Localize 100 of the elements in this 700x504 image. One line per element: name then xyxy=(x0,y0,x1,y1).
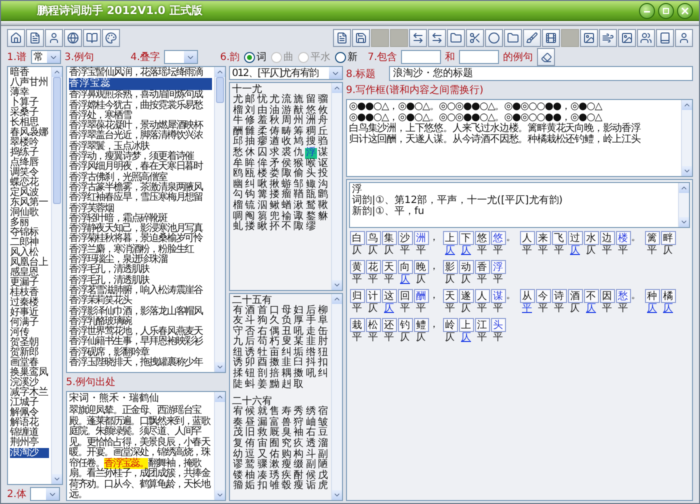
character-cell[interactable]: 这 xyxy=(382,289,396,303)
rhyme-character[interactable]: 沟 xyxy=(316,180,329,190)
rhyme-character[interactable]: 皱 xyxy=(316,418,329,428)
rhyme-character[interactable]: 陬 xyxy=(280,169,293,180)
rhyme-character[interactable]: 锍 xyxy=(244,200,256,212)
list-item[interactable]: 捣练子 xyxy=(10,148,49,158)
rhyme-character[interactable]: 扣 xyxy=(316,358,329,370)
rhyme-character[interactable]: 阜 xyxy=(316,316,329,327)
character-cell[interactable]: 楼 xyxy=(616,231,630,245)
list-item[interactable]: 薄幸 xyxy=(10,88,49,98)
character-cell[interactable]: 酬 xyxy=(414,289,428,303)
rhyme-character[interactable]: 褕 xyxy=(280,212,293,222)
character-cell[interactable]: 白 xyxy=(350,231,364,245)
list-item[interactable]: 定风波 xyxy=(10,188,49,198)
rhyme-character[interactable]: 收 xyxy=(280,137,293,148)
rhyme-character[interactable]: 母 xyxy=(280,306,293,316)
toolbar-button[interactable] xyxy=(485,29,503,47)
rhyme-character[interactable]: 秋 xyxy=(268,116,280,127)
list-item[interactable]: 采桑子 xyxy=(10,108,49,118)
list-item[interactable]: 洞仙歌 xyxy=(10,208,49,218)
rhyme-character[interactable]: 首 xyxy=(256,306,268,316)
rhyme-character[interactable]: 州 xyxy=(292,116,305,127)
rhyme-character[interactable]: 牡 xyxy=(256,348,268,358)
rhyme-character[interactable]: 昼 xyxy=(244,418,256,428)
rhyme-character[interactable]: 搜 xyxy=(304,137,317,148)
rhyme-character[interactable]: 揉 xyxy=(232,369,244,380)
rhyme-character[interactable]: 侑 xyxy=(244,439,256,450)
character-cell[interactable]: 计 xyxy=(366,289,380,303)
character-cell[interactable]: 上 xyxy=(458,318,474,332)
character-cell[interactable]: 篱 xyxy=(644,231,660,245)
character-cell[interactable]: 畔 xyxy=(660,231,676,245)
toolbar-button[interactable] xyxy=(102,29,120,47)
character-cell[interactable]: 橘 xyxy=(660,289,676,303)
rhyme-character[interactable]: 黝 xyxy=(268,380,280,390)
rhyme-character[interactable]: 牛 xyxy=(232,116,244,127)
character-cell[interactable]: 集 xyxy=(382,231,396,245)
character-cell[interactable]: 鸟 xyxy=(366,231,380,245)
list-item[interactable]: 卜算子 xyxy=(10,98,49,108)
character-cell[interactable]: 还 xyxy=(382,318,396,332)
rhyme-character[interactable]: 候 xyxy=(304,470,317,482)
character-cell[interactable]: 人 xyxy=(520,231,534,245)
list-item[interactable]: 感皇恩 xyxy=(10,268,49,278)
toolbar-button[interactable] xyxy=(45,29,63,47)
dropdown[interactable]: 常 xyxy=(30,50,61,64)
rhyme-character[interactable]: 篘 xyxy=(256,212,268,222)
rhyme-character[interactable]: 遒 xyxy=(268,137,280,148)
rhyme-character[interactable]: 纠 xyxy=(316,369,329,380)
list-item[interactable]: 香浮茉莉笑花头 xyxy=(69,296,212,307)
toolbar-button[interactable] xyxy=(428,29,446,47)
toolbar-button[interactable] xyxy=(504,29,522,47)
rhyme-character[interactable]: 寿 xyxy=(280,407,293,418)
rhyme-character[interactable]: 缪 xyxy=(304,222,317,233)
scrollbar[interactable] xyxy=(331,294,342,500)
chevron-down-icon[interactable] xyxy=(680,218,688,226)
rhyme-character[interactable]: 韭 xyxy=(304,337,317,348)
list-item[interactable]: 东风第一 xyxy=(10,198,49,208)
rhyme-character[interactable]: 谋 xyxy=(316,148,329,159)
rhyme-character[interactable]: 姤 xyxy=(244,481,256,492)
rhyme-character[interactable]: 鲰 xyxy=(304,180,317,190)
chevron-down-icon[interactable] xyxy=(683,167,691,175)
list-item[interactable]: 风入松 xyxy=(10,248,49,258)
chevron-down-icon[interactable] xyxy=(333,491,341,499)
list-item[interactable]: 香浮风细月明夜，春在天寒日暮时 xyxy=(69,162,212,173)
rhyme-character[interactable]: 岫 xyxy=(304,418,317,428)
rhyme-character[interactable]: 瘤 xyxy=(280,190,293,201)
rhyme-character[interactable]: 谬 xyxy=(232,460,244,471)
toolbar-button[interactable] xyxy=(523,29,541,47)
rhyme-character[interactable]: 卯 xyxy=(244,358,256,370)
rhyme-character[interactable]: 鳅 xyxy=(268,200,280,212)
list-item[interactable]: 桂枝香 xyxy=(10,288,49,298)
rhyme-character[interactable]: 茂 xyxy=(232,428,244,440)
scrollbar[interactable] xyxy=(214,392,225,500)
scrollbar[interactable] xyxy=(681,100,692,176)
list-item[interactable]: 香浮红袖春应早，雪压寒梅月想留 xyxy=(69,193,212,204)
rhyme-character[interactable]: 透 xyxy=(304,439,317,450)
character-cell[interactable]: 动 xyxy=(458,260,474,274)
chevron-up-icon[interactable] xyxy=(680,184,688,192)
rhyme-character[interactable]: 娄 xyxy=(268,169,280,180)
scrollbar[interactable] xyxy=(678,183,689,227)
rhyme-character[interactable]: 友 xyxy=(232,316,244,327)
rhyme-character[interactable]: 囚 xyxy=(256,148,268,159)
list-item[interactable]: 翠楼吟 xyxy=(10,138,49,148)
rhyme-character[interactable]: 刘 xyxy=(244,106,256,116)
rhyme-character[interactable]: 瘦 xyxy=(292,481,305,492)
character-cell[interactable]: 种 xyxy=(644,289,660,303)
rhyme-character[interactable]: 骤 xyxy=(256,460,268,471)
character-cell[interactable]: 下 xyxy=(458,231,474,245)
rhyme-character[interactable]: 肘 xyxy=(316,337,329,348)
character-cell[interactable]: 天 xyxy=(382,260,396,274)
input-field[interactable] xyxy=(401,50,442,64)
character-cell[interactable]: 头 xyxy=(490,318,506,332)
list-item[interactable]: 二郎神 xyxy=(10,238,49,248)
rhyme-character[interactable]: 眸 xyxy=(244,158,256,170)
rhyme-character[interactable]: 琇 xyxy=(268,470,280,482)
rhyme-character[interactable]: 苟 xyxy=(256,337,268,348)
rhyme-character[interactable]: 绣 xyxy=(304,407,317,418)
rhyme-character[interactable]: 搂 xyxy=(268,190,280,201)
character-cell[interactable]: 岭 xyxy=(442,318,458,332)
character-cell[interactable]: 人 xyxy=(474,289,490,303)
character-cell[interactable]: 黄 xyxy=(350,260,364,274)
